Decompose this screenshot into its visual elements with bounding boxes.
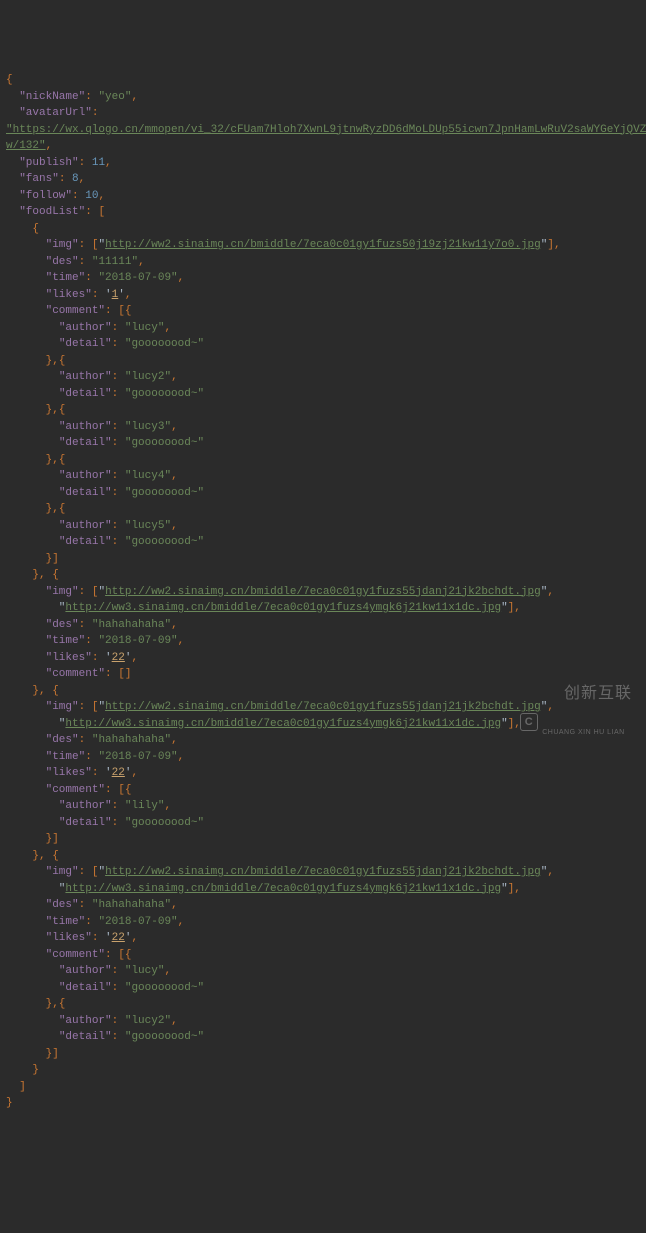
code-line: }, { xyxy=(6,848,640,865)
code-line: "author": "lucy3", xyxy=(6,419,640,436)
watermark-text: 创新互联 xyxy=(564,685,632,702)
code-line: "fans": 8, xyxy=(6,171,640,188)
code-line: "detail": "goooooood~" xyxy=(6,815,640,832)
code-line: },{ xyxy=(6,996,640,1013)
code-line: "author": "lucy4", xyxy=(6,468,640,485)
code-line: "time": "2018-07-09", xyxy=(6,914,640,931)
code-line: "author": "lily", xyxy=(6,798,640,815)
code-line: "detail": "goooooood~" xyxy=(6,534,640,551)
code-line: "img": ["http://ww2.sinaimg.cn/bmiddle/7… xyxy=(6,237,640,254)
code-line: "follow": 10, xyxy=(6,188,640,205)
code-line: },{ xyxy=(6,402,640,419)
code-line: "img": ["http://ww2.sinaimg.cn/bmiddle/7… xyxy=(6,864,640,881)
code-line: "des": "hahahahaha", xyxy=(6,897,640,914)
code-line: "comment": [{ xyxy=(6,947,640,964)
code-line: "http://ww3.sinaimg.cn/bmiddle/7eca0c01g… xyxy=(6,600,640,617)
code-line: "time": "2018-07-09", xyxy=(6,633,640,650)
code-line: "nickName": "yeo", xyxy=(6,89,640,106)
code-line: "author": "lucy5", xyxy=(6,518,640,535)
code-line: }, { xyxy=(6,567,640,584)
code-line: "publish": 11, xyxy=(6,155,640,172)
code-line: "author": "lucy", xyxy=(6,320,640,337)
watermark-subtext: CHUANG XIN HU LIAN xyxy=(542,728,632,739)
watermark-icon: C xyxy=(520,713,538,731)
code-line: }] xyxy=(6,551,640,568)
code-line: },{ xyxy=(6,452,640,469)
code-line: "detail": "goooooood~" xyxy=(6,435,640,452)
code-line: "http://ww3.sinaimg.cn/bmiddle/7eca0c01g… xyxy=(6,881,640,898)
code-line: "des": "hahahahaha", xyxy=(6,617,640,634)
code-editor[interactable]: { "nickName": "yeo", "avatarUrl":"https:… xyxy=(6,72,640,1112)
code-line: w/132", xyxy=(6,138,640,155)
code-line: "author": "lucy2", xyxy=(6,369,640,386)
code-line: },{ xyxy=(6,501,640,518)
code-line: "detail": "goooooood~" xyxy=(6,1029,640,1046)
code-line: "avatarUrl": xyxy=(6,105,640,122)
code-line: ] xyxy=(6,1079,640,1096)
code-line: { xyxy=(6,221,640,238)
code-line: "comment": [{ xyxy=(6,303,640,320)
code-line: }] xyxy=(6,1046,640,1063)
code-line: "time": "2018-07-09", xyxy=(6,270,640,287)
code-line: "img": ["http://ww2.sinaimg.cn/bmiddle/7… xyxy=(6,584,640,601)
code-line: } xyxy=(6,1062,640,1079)
code-line: "detail": "goooooood~" xyxy=(6,485,640,502)
code-line: "detail": "goooooood~" xyxy=(6,980,640,997)
code-line: "author": "lucy", xyxy=(6,963,640,980)
code-line: { xyxy=(6,72,640,89)
code-line: "foodList": [ xyxy=(6,204,640,221)
code-line: "des": "11111", xyxy=(6,254,640,271)
watermark-text-wrap: 创新互联 CHUANG XIN HU LIAN xyxy=(542,658,632,787)
code-line: "author": "lucy2", xyxy=(6,1013,640,1030)
code-line: "detail": "goooooood~" xyxy=(6,386,640,403)
code-line: "likes": '1', xyxy=(6,287,640,304)
code-line: },{ xyxy=(6,353,640,370)
code-line: "likes": '22', xyxy=(6,930,640,947)
watermark: C 创新互联 CHUANG XIN HU LIAN xyxy=(520,658,632,787)
code-line: "https://wx.qlogo.cn/mmopen/vi_32/cFUam7… xyxy=(6,122,640,139)
code-line: }] xyxy=(6,831,640,848)
code-line: } xyxy=(6,1095,640,1112)
code-line: "detail": "goooooood~" xyxy=(6,336,640,353)
